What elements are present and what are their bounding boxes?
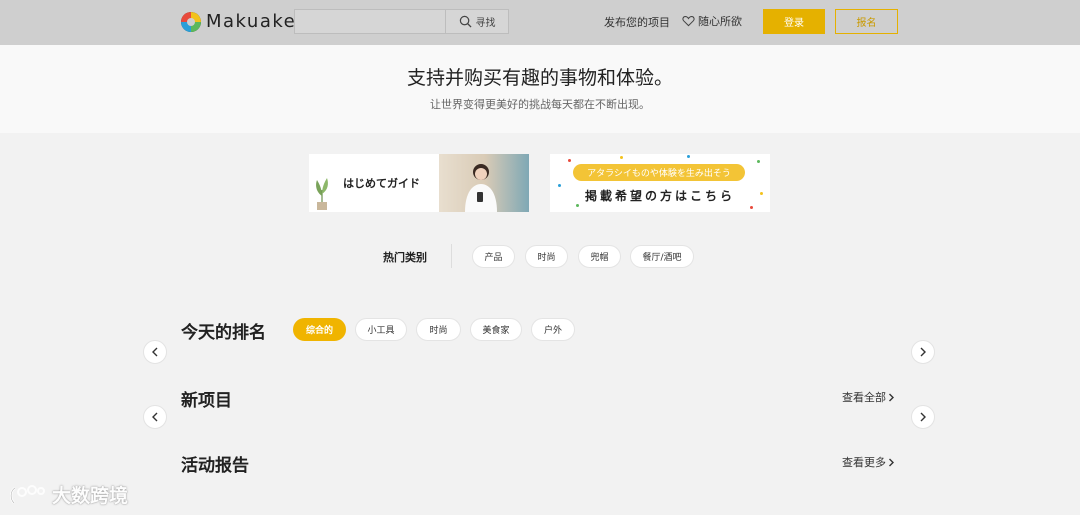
- divider: [451, 244, 452, 268]
- hero-title: 支持并购买有趣的事物和体验。: [406, 67, 673, 89]
- search-box: 寻找: [294, 9, 509, 34]
- ranking-tab-outdoor[interactable]: 户外: [531, 318, 575, 341]
- category-chip[interactable]: 时尚: [525, 245, 568, 268]
- ranking-title: 今天的排名: [181, 323, 266, 343]
- search-icon: [459, 15, 472, 28]
- post-project-link[interactable]: 发布您的项目: [604, 14, 670, 30]
- new-projects-title: 新项目: [181, 391, 232, 411]
- watermark-logo-icon: [9, 484, 45, 504]
- ranking-tab-fashion[interactable]: 时尚: [416, 318, 461, 341]
- hero-subtitle: 让世界变得更美好的挑战每天都在不断出现。: [430, 98, 650, 111]
- chevron-right-icon: [920, 412, 926, 422]
- ranking-tab-overall[interactable]: 综合的: [293, 318, 346, 341]
- new-projects-prev-button[interactable]: [143, 405, 167, 429]
- guide-banner-text: はじめてガイド: [343, 177, 420, 190]
- person-illustration: [465, 164, 497, 212]
- hero-section: 支持并购买有趣的事物和体验。 让世界变得更美好的挑战每天都在不断出现。: [0, 45, 1080, 133]
- chevron-right-icon: [889, 393, 894, 401]
- search-button-label: 寻找: [475, 18, 496, 29]
- search-button[interactable]: 寻找: [446, 10, 508, 33]
- plant-icon: [316, 178, 328, 210]
- signup-button[interactable]: 报名: [835, 9, 898, 34]
- chevron-right-icon: [889, 458, 894, 466]
- search-input[interactable]: [295, 10, 446, 33]
- ranking-tab-gourmet[interactable]: 美食家: [470, 318, 522, 341]
- chevron-right-icon: [920, 347, 926, 357]
- logo-text: Makuake: [206, 11, 297, 32]
- ranking-next-button[interactable]: [911, 340, 935, 364]
- chevron-left-icon: [152, 347, 158, 357]
- publish-banner-text: 掲載希望の方はこちら: [584, 189, 735, 203]
- wishlist-label: 随心所欲: [698, 15, 742, 28]
- ranking-tab-gadgets[interactable]: 小工具: [355, 318, 407, 341]
- watermark: 大数跨境: [8, 481, 128, 508]
- see-more-link[interactable]: 查看更多: [842, 454, 895, 470]
- chevron-left-icon: [152, 412, 158, 422]
- guide-banner[interactable]: はじめてガイド: [309, 154, 529, 212]
- category-chip[interactable]: 产品: [472, 245, 515, 268]
- login-button[interactable]: 登录: [763, 9, 825, 34]
- activity-reports-title: 活动报告: [181, 456, 249, 476]
- publish-banner-pill: アタラシイものや体験を生み出そう: [573, 164, 745, 181]
- category-chip[interactable]: 兜帽: [578, 245, 621, 268]
- wishlist-link[interactable]: 随心所欲: [682, 13, 742, 29]
- category-chip[interactable]: 餐厅/酒吧: [630, 245, 694, 268]
- watermark-text: 大数跨境: [52, 485, 129, 507]
- logo-icon: [181, 11, 201, 32]
- new-projects-next-button[interactable]: [911, 405, 935, 429]
- see-more-label: 查看更多: [842, 456, 886, 469]
- top-header-bar: Makuake 寻找 发布您的项目 随心所欲 登录 报名: [0, 0, 1080, 45]
- see-all-label: 查看全部: [842, 391, 886, 404]
- ranking-prev-button[interactable]: [143, 340, 167, 364]
- makuake-logo[interactable]: Makuake: [181, 11, 296, 32]
- popular-categories-label: 热门类别: [383, 251, 427, 264]
- heart-icon: [682, 16, 695, 27]
- see-all-link[interactable]: 查看全部: [842, 389, 895, 405]
- publish-banner[interactable]: アタラシイものや体験を生み出そう 掲載希望の方はこちら: [550, 154, 770, 212]
